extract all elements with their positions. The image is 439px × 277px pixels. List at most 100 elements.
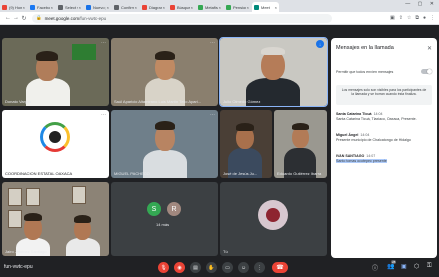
tab-close-icon[interactable]: × — [163, 5, 165, 10]
toggle-label: Permitir que todos envíen mensajes — [336, 69, 394, 74]
browser-tab[interactable]: Facebook× — [28, 2, 55, 12]
browser-tab[interactable]: Confirma× — [112, 2, 139, 12]
captions-icon[interactable]: ▤ — [190, 262, 201, 273]
star-icon[interactable]: ☆ — [407, 15, 411, 21]
reactions-icon[interactable]: ☺ — [238, 262, 249, 273]
tab-close-icon[interactable]: × — [191, 5, 193, 10]
tab-label: Diagrama — [149, 4, 162, 10]
participant-name: Saúl Aparicio Altamirano Luis Martín Tel… — [114, 99, 202, 104]
close-icon[interactable]: ✕ — [427, 45, 432, 52]
tab-label: Nuevo pr — [93, 4, 106, 10]
participant-tile[interactable]: Jairo Jiménez Santiago — [2, 182, 109, 256]
participant-tile[interactable]: ⋯ Saúl Aparicio Altamirano Luis Martín T… — [111, 38, 218, 106]
mic-off-icon[interactable]: 🎙 — [158, 262, 169, 273]
tab-label: Búsqued — [177, 4, 190, 10]
message-sender: Santa Catarina Tlcuá — [336, 112, 372, 116]
participant-name: José de Jesús Ju... — [223, 171, 258, 176]
allow-messages-row: Permitir que todos envíen mensajes — [336, 67, 432, 76]
participant-tile[interactable]: ⋯ Donato Vargas — [2, 38, 109, 106]
profile-icon[interactable]: ● — [423, 15, 426, 21]
tab-favicon-icon — [30, 4, 35, 10]
more-options-icon[interactable]: ⋮ — [254, 262, 265, 273]
tab-favicon-icon — [254, 4, 259, 10]
tab-close-icon[interactable]: × — [275, 5, 277, 10]
avatar: R — [167, 202, 181, 216]
participant-name: COORDINACION ESTATAL OAXACA — [5, 171, 73, 176]
present-icon[interactable]: ▭ — [222, 262, 233, 273]
browser-tab[interactable]: Meet × — [252, 2, 279, 12]
browser-tab[interactable]: Diagrama× — [140, 2, 167, 12]
chat-icon[interactable]: ▣ — [401, 263, 407, 270]
chat-message: Miguel Ángel 14:04 Presente municipio de … — [336, 133, 432, 142]
url-host: meet.google.com — [44, 15, 80, 21]
url-field[interactable]: 🔒 meet.google.com/fun-vwtc-epu — [32, 13, 332, 23]
tab-favicon-icon — [170, 4, 175, 10]
chat-message: Santa Catarina Tlcuá 14:04 Santa Catarina… — [336, 112, 432, 121]
participant-tile[interactable]: Eduardo Gutiérrez Ibarra — [274, 110, 327, 178]
tab-label: Confirma — [121, 4, 134, 10]
info-icon[interactable]: ⓘ — [372, 263, 378, 272]
back-icon[interactable]: ← — [4, 15, 12, 21]
reload-icon[interactable]: ↻ — [20, 15, 28, 22]
share-icon[interactable]: ⇪ — [399, 15, 403, 21]
chat-title: Mensajes en la llamada — [336, 45, 394, 51]
forward-icon[interactable]: → — [12, 15, 20, 21]
extensions-icon[interactable]: ⧉ — [415, 15, 419, 21]
raise-hand-icon[interactable]: ✋ — [206, 262, 217, 273]
chat-message: IVAN SANTIAGO 14:07 Santo tomas ocotepec … — [336, 154, 432, 163]
tab-close-icon[interactable]: × — [51, 5, 53, 10]
tab-close-icon[interactable]: × — [135, 5, 137, 10]
meet-window: (9) Hom×Facebook×Select sc×Nuevo pr×Conf… — [0, 0, 439, 277]
camera-status-icon[interactable]: ▣ — [390, 15, 395, 21]
tab-label: Metafisic — [205, 4, 218, 10]
tab-label: Pension — [233, 4, 246, 10]
browser-tab[interactable]: Búsqued× — [168, 2, 195, 12]
activities-icon[interactable]: ⬡ — [414, 263, 419, 270]
lock-icon: 🔒 — [36, 15, 42, 20]
chat-notice: Los mensajes solo son visibles para los … — [336, 85, 432, 105]
browser-tab[interactable]: (9) Hom× — [0, 2, 27, 12]
message-time: 14:07 — [366, 154, 376, 158]
tab-label: Facebook — [37, 4, 50, 10]
tab-favicon-icon — [142, 4, 147, 10]
window-controls[interactable]: — ▢ ✕ — [405, 1, 437, 7]
message-text: Presente municipio de Chalcatongo de Hid… — [336, 137, 411, 142]
camera-off-icon[interactable]: ◉ — [174, 262, 185, 273]
browser-tab[interactable]: Select sc× — [56, 2, 83, 12]
tab-close-icon[interactable]: × — [107, 5, 109, 10]
tab-label: Select sc — [65, 4, 78, 10]
allow-messages-toggle[interactable] — [421, 69, 432, 74]
tab-close-icon[interactable]: × — [23, 5, 25, 10]
browser-menu-icon[interactable]: ⋮ — [430, 15, 435, 21]
participant-count-badge: 28 — [391, 260, 397, 264]
tab-favicon-icon — [2, 4, 7, 10]
tile-menu-icon[interactable]: ⋯ — [210, 40, 215, 46]
browser-tab[interactable]: Metafisic× — [196, 2, 223, 12]
browser-tab[interactable]: Nuevo pr× — [84, 2, 111, 12]
chat-panel: Mensajes en la llamada ✕ Permitir que to… — [331, 38, 437, 273]
others-count: 14 más — [156, 222, 170, 227]
tile-menu-icon[interactable]: ⋯ — [101, 40, 106, 46]
browser-tab[interactable]: Pension× — [224, 2, 251, 12]
participant-tile-others[interactable]: S R 14 más — [111, 182, 218, 256]
tab-favicon-icon — [114, 4, 119, 10]
tab-label: (9) Hom — [9, 4, 22, 10]
participant-tile[interactable]: José de Jesús Ju... — [220, 110, 272, 178]
participant-tile[interactable]: ⋯ MIGUEL PACHECO — [111, 110, 218, 178]
participant-tile[interactable]: ⁞ Julio Olmedo Gómez — [219, 37, 328, 107]
participant-name: Jairo Jiménez Santiago — [5, 249, 47, 254]
tile-menu-icon[interactable]: ⋯ — [101, 112, 106, 118]
tab-close-icon[interactable]: × — [79, 5, 81, 10]
tile-menu-icon[interactable]: ⋯ — [210, 112, 215, 118]
host-controls-icon[interactable]: ⚿ — [427, 263, 432, 270]
tab-favicon-icon — [226, 4, 231, 10]
participant-tile-self[interactable]: Tú — [220, 182, 327, 256]
participant-tile[interactable]: ⋯ COORDINACION ESTATAL OAXACA — [2, 110, 109, 178]
address-bar: ← → ↻ 🔒 meet.google.com/fun-vwtc-epu ▣ ⇪… — [0, 12, 439, 25]
tab-close-icon[interactable]: × — [247, 5, 249, 10]
people-icon[interactable]: 👥 28 — [387, 260, 397, 270]
tab-close-icon[interactable]: × — [219, 5, 221, 10]
hang-up-button[interactable]: ☎ — [272, 262, 288, 273]
avatar: S — [147, 202, 161, 216]
message-text: Santo tomas ocotepec presente — [336, 158, 387, 163]
